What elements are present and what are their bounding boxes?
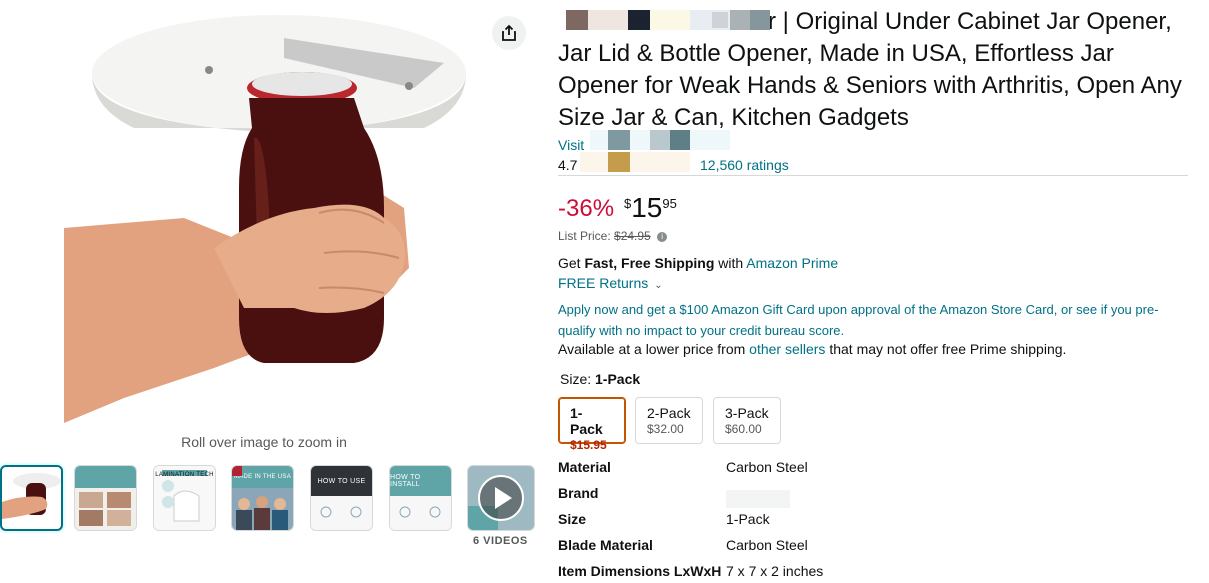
redacted-area <box>588 10 628 30</box>
redacted-area <box>670 130 690 150</box>
amazon-prime-link[interactable]: Amazon Prime <box>746 255 838 271</box>
share-button[interactable] <box>492 16 526 50</box>
thumbnail-banner: LAMINATION TECH <box>155 472 214 478</box>
thumbnail-6[interactable]: HOW TO INSTALL <box>389 465 452 531</box>
info-icon[interactable]: i <box>657 231 668 242</box>
redacted-area <box>750 10 770 30</box>
store-card-offer-link[interactable]: Apply now and get a $100 Amazon Gift Car… <box>558 299 1188 341</box>
shipping-get: Get <box>558 255 581 271</box>
zoom-hint: Roll over image to zoom in <box>181 434 347 450</box>
redacted-area <box>650 130 670 150</box>
spec-key-material: Material <box>558 459 611 475</box>
list-price: List Price: $24.95 i <box>558 229 668 243</box>
rating-value: 4.7 <box>558 157 578 173</box>
videos-count-label: 6 VIDEOS <box>473 535 528 547</box>
free-returns-label: FREE Returns <box>558 275 649 291</box>
price-currency: $ <box>624 196 632 211</box>
main-product-image[interactable] <box>64 8 474 423</box>
spec-value-dimensions: 7 x 7 x 2 inches <box>726 563 824 579</box>
size-option-1-pack[interactable]: 1-Pack $15.95 <box>558 397 626 452</box>
discount-percent: -36% <box>558 195 615 222</box>
thumbnail-5[interactable]: HOW TO USE <box>310 465 373 531</box>
other-sellers-link[interactable]: other sellers <box>749 341 825 357</box>
list-price-value: $24.95 <box>614 229 651 243</box>
ratings-count-link[interactable]: 12,560 ratings <box>700 157 789 173</box>
thumbnail-3[interactable]: LAMINATION TECH <box>153 465 216 531</box>
brand-store-link[interactable]: Visit <box>558 137 584 153</box>
divider <box>558 175 1188 176</box>
spec-value-size: 1-Pack <box>726 511 770 527</box>
redacted-area <box>650 10 690 30</box>
selected-size: 1-Pack <box>595 371 641 387</box>
size-option-3-pack[interactable]: 3-Pack $60.00 <box>713 397 781 444</box>
shipping-with: with <box>718 255 744 271</box>
redacted-area <box>608 130 630 150</box>
price: $1595 <box>624 192 677 224</box>
chevron-down-icon: ⌄ <box>654 280 663 291</box>
lower-price-notice: Available at a lower price from other se… <box>558 341 1066 357</box>
redacted-area <box>608 152 630 172</box>
spec-key-brand: Brand <box>558 485 599 501</box>
size-option-2-pack[interactable]: 2-Pack $32.00 <box>635 397 703 444</box>
thumbnail-banner: HOW TO USE <box>317 477 366 485</box>
lower-price-post: that may not offer free Prime shipping. <box>829 341 1067 357</box>
redacted-star-rating[interactable] <box>580 152 690 172</box>
redacted-area <box>566 10 588 30</box>
shipping-fast-free: Fast, Free Shipping <box>584 255 715 271</box>
thumbnail-2[interactable] <box>74 465 137 531</box>
redacted-area <box>712 12 728 28</box>
spec-key-dimensions: Item Dimensions LxWxH <box>558 563 722 579</box>
thumbnail-1[interactable] <box>0 465 63 531</box>
spec-key-size: Size <box>558 511 587 527</box>
list-price-label: List Price: <box>558 229 611 243</box>
free-returns-link[interactable]: FREE Returns ⌄ <box>558 275 663 291</box>
lower-price-pre: Available at a lower price from <box>558 341 746 357</box>
video-thumbnail[interactable] <box>467 465 535 531</box>
share-icon <box>502 24 516 41</box>
thumbnail-banner: HOW TO INSTALL <box>390 474 421 488</box>
thumbnail-4[interactable]: MADE IN THE USA <box>231 465 294 531</box>
spec-value-blade-material: Carbon Steel <box>726 537 808 553</box>
redacted-area <box>726 490 790 508</box>
shipping-info: Get Fast, Free Shipping with Amazon Prim… <box>558 255 838 271</box>
redacted-area <box>628 10 650 30</box>
redacted-area <box>730 10 750 30</box>
price-fraction: 95 <box>662 196 677 211</box>
size-label: Size: 1-Pack <box>560 371 641 387</box>
price-whole: 15 <box>631 192 663 223</box>
spec-key-blade-material: Blade Material <box>558 537 653 553</box>
spec-value-material: Carbon Steel <box>726 459 808 475</box>
